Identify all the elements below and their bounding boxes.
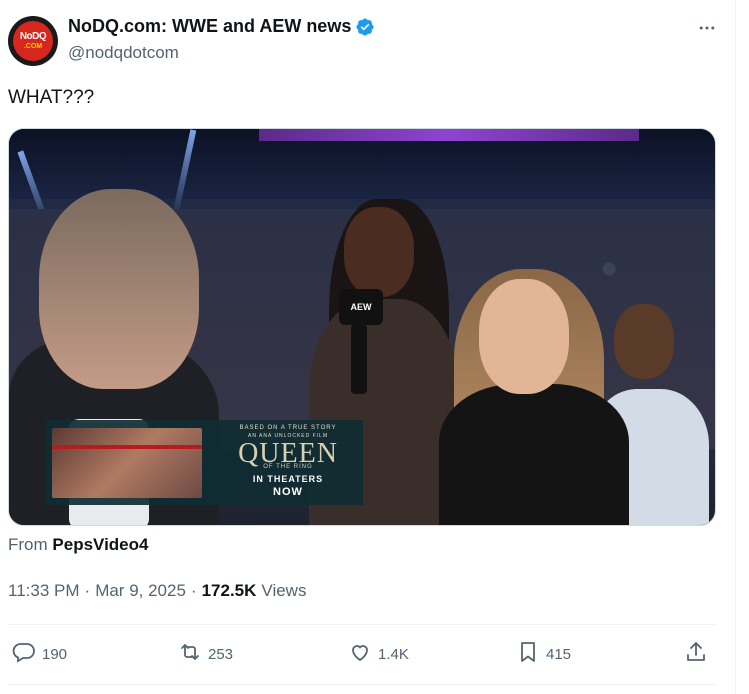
tweet-header: NoDQ .COM NoDQ.com: WWE and AEW news @no… bbox=[8, 12, 723, 68]
action-bar: 190 253 1.4K 415 bbox=[8, 636, 716, 672]
repost-count: 253 bbox=[208, 645, 234, 663]
meta-separator: · bbox=[190, 581, 197, 600]
ad-cta-line2: NOW bbox=[273, 486, 303, 498]
blonde-figure-body bbox=[439, 384, 629, 525]
meta-separator: · bbox=[84, 581, 91, 600]
verified-icon[interactable] bbox=[355, 17, 375, 37]
source-name[interactable]: PepsVideo4 bbox=[52, 535, 148, 554]
woman-figure-head bbox=[344, 207, 414, 297]
column-border bbox=[735, 0, 736, 694]
share-button[interactable] bbox=[684, 636, 708, 672]
arena-banner bbox=[259, 129, 639, 141]
reply-count: 190 bbox=[42, 645, 68, 663]
bookmark-button[interactable]: 415 bbox=[516, 636, 571, 672]
share-icon bbox=[684, 640, 708, 668]
like-button[interactable]: 1.4K bbox=[348, 636, 409, 672]
tweet-meta: 11:33 PM · Mar 9, 2025 · 172.5K Views bbox=[8, 581, 306, 601]
timestamp-date[interactable]: Mar 9, 2025 bbox=[95, 581, 186, 601]
movie-ad-overlay: BASED ON A TRUE STORY AN ANA UNLOCKED FI… bbox=[46, 420, 363, 505]
like-icon bbox=[348, 640, 372, 668]
repost-button[interactable]: 253 bbox=[178, 636, 233, 672]
divider bbox=[8, 624, 716, 625]
ad-cta-line1: IN THEATERS bbox=[252, 474, 324, 484]
reply-button[interactable]: 190 bbox=[12, 636, 67, 672]
blonde-figure-face bbox=[479, 279, 569, 394]
bookmark-count: 415 bbox=[546, 645, 572, 663]
ad-poster-image bbox=[52, 428, 202, 498]
interviewer-figure-head bbox=[39, 189, 199, 389]
views-count: 172.5K bbox=[201, 581, 257, 600]
avatar-logo-bottom: .COM bbox=[23, 43, 43, 50]
views-label: Views bbox=[261, 581, 307, 600]
microphone-flag: AEW bbox=[339, 289, 383, 325]
microphone-handle bbox=[351, 324, 367, 394]
reply-icon bbox=[12, 640, 36, 668]
media-source: From PepsVideo4 bbox=[8, 535, 148, 555]
avatar-logo-top: NoDQ bbox=[19, 31, 47, 42]
source-prefix: From bbox=[8, 535, 48, 554]
tweet-text: WHAT??? bbox=[8, 87, 95, 108]
ad-ring-rope bbox=[52, 445, 202, 449]
like-count: 1.4K bbox=[378, 645, 409, 663]
boy-figure-head bbox=[614, 304, 674, 379]
display-name[interactable]: NoDQ.com: WWE and AEW news bbox=[68, 16, 351, 37]
video-media[interactable]: AEW BASED ON A TRUE STORY AN ANA UNLOCKE… bbox=[8, 128, 716, 526]
name-row: NoDQ.com: WWE and AEW news bbox=[68, 16, 375, 37]
avatar[interactable]: NoDQ .COM bbox=[8, 16, 58, 66]
timestamp-time[interactable]: 11:33 PM bbox=[8, 581, 80, 601]
handle[interactable]: @nodqdotcom bbox=[68, 43, 179, 63]
repost-icon bbox=[178, 640, 202, 668]
ad-tagline: BASED ON A TRUE STORY bbox=[239, 425, 337, 431]
ad-title-sub: OF THE RING bbox=[263, 464, 313, 470]
more-icon[interactable] bbox=[695, 16, 719, 40]
divider bbox=[8, 684, 716, 685]
avatar-logo: NoDQ .COM bbox=[13, 21, 53, 61]
bookmark-icon bbox=[516, 640, 540, 668]
